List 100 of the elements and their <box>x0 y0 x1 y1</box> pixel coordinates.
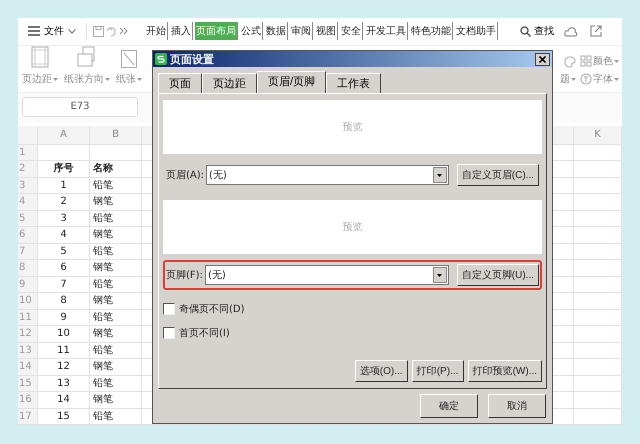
chevron-down-icon <box>68 28 76 34</box>
caret-icon[interactable] <box>614 60 619 63</box>
table-cell: 铅笔 <box>90 210 142 226</box>
ribbon-tab[interactable]: 开发工具 <box>364 22 408 40</box>
dropdown[interactable]: (无) <box>206 165 449 186</box>
checkbox[interactable] <box>163 303 175 316</box>
table-cell: 14 <box>38 392 90 408</box>
row-number: 13 <box>18 342 38 358</box>
dialog-title: 页面设置 <box>170 52 214 67</box>
column-header: A <box>38 126 90 144</box>
row-number: 4 <box>18 194 38 210</box>
preview-area: 预览 <box>163 200 542 254</box>
preview-area: 预览 <box>163 100 542 154</box>
table-cell: 15 <box>38 408 90 424</box>
caret-icon[interactable] <box>571 78 576 81</box>
table-cell: 钢笔 <box>90 326 142 342</box>
dialog-button[interactable]: 打印(P)... <box>412 360 464 382</box>
table-cell: 铅笔 <box>90 244 142 259</box>
column-header: K <box>574 126 622 144</box>
search-button[interactable]: 查找 <box>514 23 560 40</box>
table-cell: 钢笔 <box>90 260 142 276</box>
row-number: 12 <box>18 326 38 342</box>
ribbon-button[interactable]: 字体 <box>580 72 619 86</box>
table-cell: 铅笔 <box>90 408 142 424</box>
table-cell: 11 <box>38 342 90 358</box>
field-label: 页脚(F): <box>166 268 203 282</box>
table-cell: 钢笔 <box>90 194 142 210</box>
row-number: 10 <box>18 293 38 308</box>
close-button[interactable] <box>535 52 550 66</box>
table-cell: 13 <box>38 376 90 391</box>
table-cell: 10 <box>38 326 90 342</box>
table-cell: 4 <box>38 227 90 242</box>
share-icon[interactable] <box>590 25 602 38</box>
ribbon-tab[interactable]: 开始 <box>144 22 168 40</box>
table-cell: 铅笔 <box>90 310 142 325</box>
page-icon <box>30 46 50 68</box>
ribbon-tab[interactable]: 插入 <box>170 22 193 40</box>
dialog-button[interactable]: 打印预览(W)... <box>468 360 542 382</box>
caret-icon[interactable] <box>137 78 142 81</box>
ribbon-button[interactable]: 颜色 <box>580 54 619 68</box>
dropdown-arrow-icon <box>437 274 442 277</box>
table-cell: 钢笔 <box>90 293 142 308</box>
ribbon-tab[interactable]: 审阅 <box>290 22 313 40</box>
row-number: 11 <box>18 310 38 325</box>
ribbon-tab[interactable]: 文档助手 <box>454 22 498 40</box>
ribbon-button[interactable]: 纸张 <box>116 50 142 86</box>
ribbon-button[interactable]: 题 <box>560 56 576 86</box>
caret-icon[interactable] <box>105 78 110 81</box>
ribbon-tab[interactable]: 安全 <box>340 22 363 40</box>
row-number: 16 <box>18 392 38 408</box>
ribbon-tab[interactable]: 视图 <box>314 22 338 40</box>
save-icon[interactable] <box>92 26 104 37</box>
close-icon <box>539 56 546 63</box>
dialog-button[interactable]: 确定 <box>420 394 478 418</box>
dialog-tab[interactable]: 页面 <box>158 73 202 94</box>
row-number: 3 <box>18 178 38 193</box>
undo-icon[interactable] <box>106 26 117 37</box>
table-cell: 铅笔 <box>90 376 142 391</box>
dialog-tab[interactable]: 页眉/页脚 <box>257 71 326 94</box>
dialog-tab[interactable]: 工作表 <box>326 73 382 94</box>
menu-icon <box>28 26 40 36</box>
checkbox-label: 奇偶页不同(D) <box>179 303 245 316</box>
row-number: 14 <box>18 359 38 374</box>
caret-icon[interactable] <box>53 78 58 81</box>
table-cell: 钢笔 <box>90 392 142 408</box>
dialog-button[interactable]: 选项(O)... <box>354 360 408 382</box>
dialog-button[interactable]: 取消 <box>488 394 546 418</box>
table-cell: 12 <box>38 359 90 374</box>
resize-icon <box>121 50 137 68</box>
dialog-tab[interactable]: 页边距 <box>202 73 257 94</box>
field-label: 页眉(A): <box>166 169 204 182</box>
table-cell: 5 <box>38 244 90 259</box>
ribbon-tab[interactable]: 公式 <box>240 22 263 40</box>
row-number: 8 <box>18 260 38 276</box>
table-cell: 2 <box>38 194 90 210</box>
file-menu-button[interactable]: 文件 <box>24 22 80 40</box>
custom-button[interactable]: 自定义页眉(C)... <box>456 164 539 186</box>
more-icon[interactable] <box>118 27 128 36</box>
table-cell: 钢笔 <box>90 227 142 242</box>
ribbon-button[interactable]: 纸张方向 <box>64 46 110 86</box>
table-cell: 7 <box>38 276 90 292</box>
app-logo-icon <box>155 53 167 66</box>
ribbon-tab[interactable]: 特色功能 <box>410 22 453 40</box>
row-number: 9 <box>18 276 38 292</box>
name-box[interactable]: E73 <box>22 97 138 118</box>
table-cell: 铅笔 <box>90 342 142 358</box>
caret-icon[interactable] <box>614 78 619 81</box>
pages-icon <box>77 46 97 68</box>
search-icon <box>520 26 531 37</box>
row-number: 15 <box>18 376 38 391</box>
table-cell: 8 <box>38 293 90 308</box>
row-number: 5 <box>18 210 38 226</box>
checkbox[interactable] <box>163 327 175 340</box>
ribbon-button[interactable]: 页边距 <box>22 46 58 86</box>
dropdown[interactable]: (无) <box>204 265 449 286</box>
row-number: 7 <box>18 244 38 259</box>
dropdown-arrow-icon <box>437 174 442 177</box>
custom-button[interactable]: 自定义页脚(U)... <box>456 264 539 286</box>
cloud-icon[interactable] <box>564 26 578 37</box>
ribbon-tab[interactable]: 数据 <box>264 22 288 40</box>
